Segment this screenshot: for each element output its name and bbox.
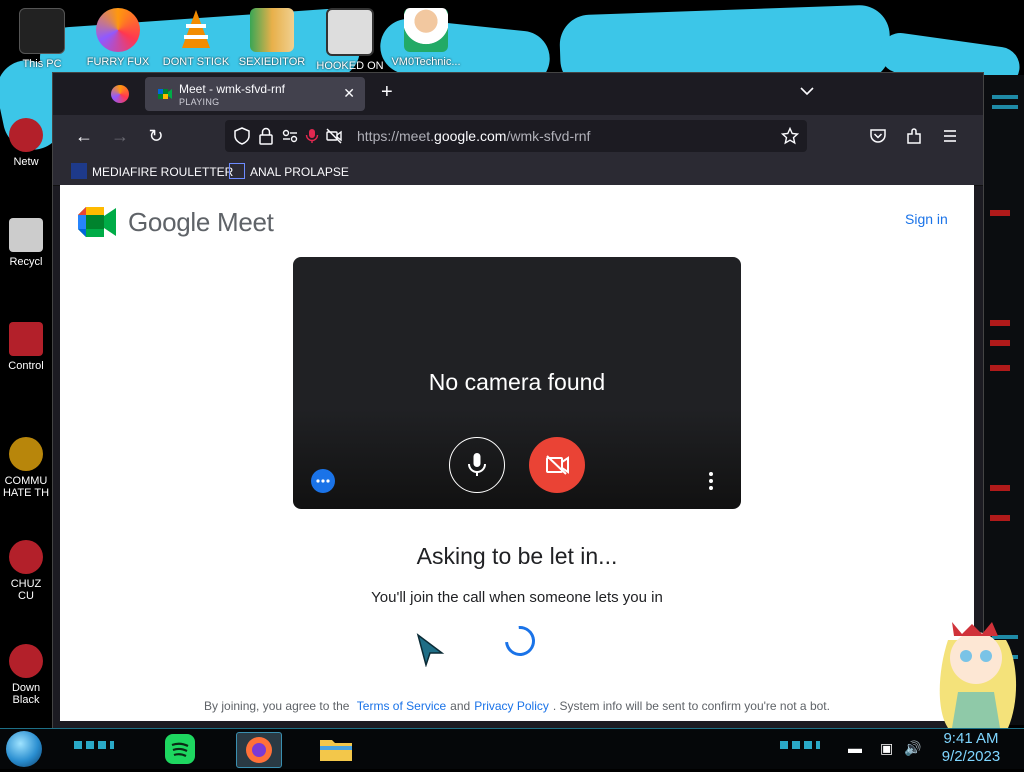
- desktop-icon-this-pc[interactable]: This PC: [0, 8, 84, 70]
- network-icon: [9, 118, 43, 152]
- taskbar-app-firefox[interactable]: [236, 732, 282, 768]
- game-maze-icon: [326, 8, 374, 56]
- more-effects-button[interactable]: [311, 469, 335, 493]
- cartoon-character-sticker: [939, 622, 1017, 728]
- computer-icon: [19, 8, 65, 54]
- terms-footer: By joining, you agree to the Terms of Se…: [204, 699, 830, 713]
- doctor-avatar-icon: [404, 8, 448, 52]
- bookmark-favicon-icon: [71, 163, 87, 179]
- bookmark-second[interactable]: ANAL PROLAPSE: [229, 163, 349, 179]
- taskbar-app-spotify[interactable]: [158, 732, 202, 766]
- taskbar-decoration: [780, 741, 820, 749]
- desktop-icon-hooked-on[interactable]: HOOKED ON: [308, 8, 392, 72]
- forward-button[interactable]: →: [109, 125, 131, 147]
- recycle-bin-icon: [9, 218, 43, 252]
- taskbar-decoration: [74, 741, 114, 749]
- extensions-icon[interactable]: [905, 127, 923, 145]
- tab-playing-status: PLAYING: [179, 97, 220, 107]
- chevron-down-icon[interactable]: [799, 83, 815, 99]
- google-meet-logo-icon: [78, 207, 116, 237]
- desktop-icon-vm0technic[interactable]: VM0Technic...: [384, 8, 468, 68]
- desktop-icon-control-panel[interactable]: Control: [0, 322, 52, 372]
- desktop-icon-network[interactable]: Netw: [0, 118, 52, 168]
- desktop-icon-chuz[interactable]: CHUZ CU: [0, 528, 52, 602]
- tab-bar: Meet - wmk-sfvd-rnf PLAYING ✕ +: [53, 73, 983, 115]
- desktop-icon-furry-fux[interactable]: FURRY FUX: [76, 8, 160, 68]
- red-character-icon: [9, 540, 43, 574]
- join-message: You'll join the call when someone lets y…: [371, 589, 663, 606]
- clock[interactable]: 9:41 AM 9/2/2023: [936, 730, 1006, 766]
- bookmarks-toolbar: MEDIAFIRE ROULETTER ANAL PROLAPSE: [53, 157, 983, 186]
- download-icon: [9, 644, 43, 678]
- mouse-cursor-icon: [416, 633, 445, 667]
- more-options-icon[interactable]: [707, 471, 715, 491]
- microphone-icon[interactable]: [303, 127, 321, 145]
- permissions-icon[interactable]: [281, 127, 299, 145]
- tab-close-icon[interactable]: ✕: [343, 85, 355, 102]
- start-button[interactable]: [6, 731, 42, 767]
- microphone-button[interactable]: [449, 437, 505, 493]
- taskbar-app-file-explorer[interactable]: [314, 732, 358, 766]
- bookmark-mediafire[interactable]: MEDIAFIRE ROULETTER: [71, 163, 233, 179]
- tray-overflow-icon[interactable]: ▬: [848, 740, 862, 756]
- firefox-icon: [96, 8, 140, 52]
- brand-title: Google Meet: [128, 207, 274, 237]
- tab-meet[interactable]: Meet - wmk-sfvd-rnf PLAYING ✕: [145, 77, 365, 111]
- control-panel-icon: [9, 322, 43, 356]
- clock-time: 9:41 AM: [943, 730, 999, 747]
- ellipsis-icon: [316, 479, 330, 483]
- money-bag-icon: [9, 437, 43, 471]
- hamburger-menu-icon[interactable]: [941, 127, 959, 145]
- video-preview: No camera found: [293, 257, 741, 509]
- desktop-icon-download[interactable]: Down Black: [0, 632, 52, 706]
- bookmark-favicon-icon: [229, 163, 245, 179]
- meet-page: Google Meet Sign in No camera found Aski…: [60, 185, 974, 721]
- reload-button[interactable]: ↻: [145, 125, 167, 147]
- desktop-icon-sexieditor[interactable]: SEXIEDITOR: [230, 8, 314, 68]
- folder-icon: [320, 740, 352, 761]
- camera-blocked-icon[interactable]: [325, 127, 343, 145]
- clock-date: 9/2/2023: [941, 748, 1001, 765]
- volume-icon[interactable]: 🔊: [904, 740, 921, 757]
- back-button[interactable]: ←: [73, 125, 95, 147]
- spotify-icon: [165, 734, 195, 764]
- sign-in-link[interactable]: Sign in: [905, 211, 948, 227]
- desktop-icon-dont-stick[interactable]: DONT STICK: [154, 8, 238, 68]
- firefox-icon: [246, 737, 272, 763]
- camera-off-icon: [546, 455, 569, 475]
- tab-title: Meet - wmk-sfvd-rnf: [179, 82, 286, 96]
- url-bar[interactable]: https://meet.google.com/wmk-sfvd-rnf: [225, 120, 807, 152]
- network-tray-icon[interactable]: ▣: [880, 740, 893, 757]
- no-camera-message: No camera found: [428, 369, 606, 395]
- camera-toggle-button[interactable]: [529, 437, 585, 493]
- microphone-icon: [468, 453, 486, 476]
- browser-window: Meet - wmk-sfvd-rnf PLAYING ✕ + ← → ↻ ht…: [52, 72, 984, 729]
- star-bookmark-icon[interactable]: [781, 127, 799, 145]
- terms-of-service-link[interactable]: Terms of Service: [357, 699, 446, 713]
- url-text[interactable]: https://meet.google.com/wmk-sfvd-rnf: [357, 128, 590, 144]
- shield-icon[interactable]: [233, 127, 251, 145]
- navigation-toolbar: ← → ↻ https://meet.google.com/wmk-sfvd-r…: [53, 115, 983, 157]
- loading-spinner: [498, 619, 542, 663]
- vlc-cone-icon: [174, 8, 218, 52]
- lock-icon[interactable]: [257, 127, 275, 145]
- privacy-policy-link[interactable]: Privacy Policy: [474, 699, 549, 713]
- meet-favicon-icon: [158, 89, 172, 99]
- desktop-icon-commu[interactable]: COMMU HATE TH: [0, 425, 52, 499]
- taskbar: ▬ ▣ 🔊 9:41 AM 9/2/2023: [0, 728, 1024, 769]
- pocket-icon[interactable]: [869, 127, 887, 145]
- hxd-editor-icon: [250, 8, 294, 52]
- new-tab-button[interactable]: +: [381, 81, 393, 104]
- firefox-view-icon[interactable]: [111, 85, 129, 103]
- asking-heading: Asking to be let in...: [416, 543, 618, 569]
- desktop-icon-recycle-bin[interactable]: Recycl: [0, 218, 52, 268]
